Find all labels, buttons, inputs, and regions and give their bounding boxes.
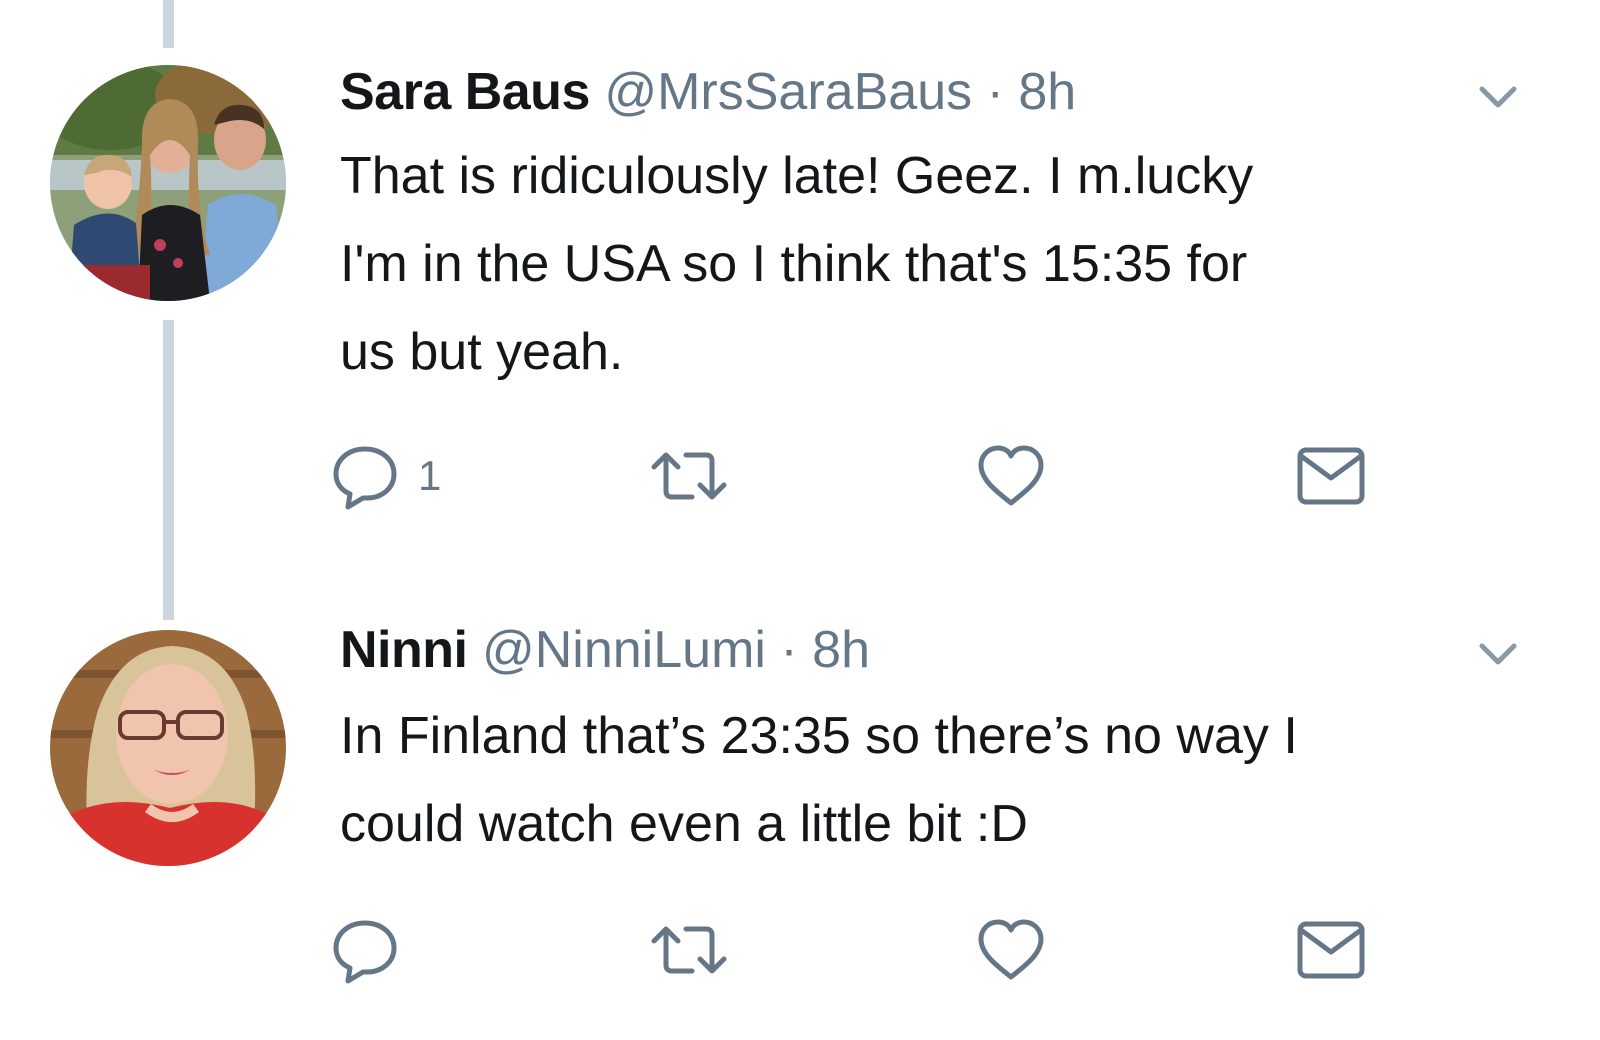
timestamp[interactable]: 8h bbox=[812, 621, 870, 679]
direct-message-button[interactable] bbox=[1295, 910, 1367, 990]
retweet-icon bbox=[651, 926, 727, 974]
tweet-text: That is ridiculously late! Geez. I m.luc… bbox=[340, 147, 1254, 381]
like-button[interactable] bbox=[975, 910, 1065, 990]
chevron-down-icon bbox=[1479, 86, 1517, 108]
tweet-actions bbox=[0, 910, 1600, 990]
user-handle[interactable]: @NinniLumi bbox=[482, 621, 766, 679]
direct-message-icon bbox=[1297, 921, 1365, 979]
tweet-menu-button[interactable] bbox=[1478, 83, 1518, 113]
chevron-down-icon bbox=[1479, 643, 1517, 665]
reply-button[interactable]: 1 bbox=[330, 436, 441, 516]
tweet-actions: 1 bbox=[0, 436, 1600, 516]
avatar-photo bbox=[50, 630, 286, 866]
retweet-icon bbox=[651, 452, 727, 500]
reply-icon bbox=[333, 446, 397, 510]
display-name[interactable]: Sara Baus bbox=[340, 63, 590, 121]
timestamp[interactable]: 8h bbox=[1018, 63, 1076, 121]
tweet-header: Ninni @NinniLumi · 8h bbox=[340, 620, 870, 680]
tweet[interactable]: Sara Baus @MrsSaraBaus · 8h That is ridi… bbox=[0, 0, 1600, 600]
separator-dot: · bbox=[986, 63, 1004, 121]
tweet-text: In Finland that’s 23:35 so there’s no wa… bbox=[340, 707, 1298, 853]
separator-dot: · bbox=[780, 621, 798, 679]
display-name[interactable]: Ninni bbox=[340, 621, 468, 679]
like-button[interactable] bbox=[975, 436, 1065, 516]
reply-button[interactable] bbox=[330, 910, 418, 990]
tweet-menu-button[interactable] bbox=[1478, 640, 1518, 670]
retweet-button[interactable] bbox=[648, 436, 748, 516]
retweet-button[interactable] bbox=[648, 910, 748, 990]
reply-icon bbox=[333, 920, 397, 984]
avatar[interactable] bbox=[50, 630, 286, 866]
direct-message-button[interactable] bbox=[1295, 436, 1367, 516]
direct-message-icon bbox=[1297, 447, 1365, 505]
tweet[interactable]: Ninni @NinniLumi · 8h In Finland that’s … bbox=[0, 600, 1600, 1040]
like-icon bbox=[978, 445, 1044, 506]
avatar-photo bbox=[50, 65, 286, 301]
avatar[interactable] bbox=[50, 65, 286, 301]
user-handle[interactable]: @MrsSaraBaus bbox=[604, 63, 972, 121]
reply-count: 1 bbox=[418, 452, 442, 499]
like-icon bbox=[978, 919, 1044, 980]
tweet-header: Sara Baus @MrsSaraBaus · 8h bbox=[340, 62, 1076, 122]
